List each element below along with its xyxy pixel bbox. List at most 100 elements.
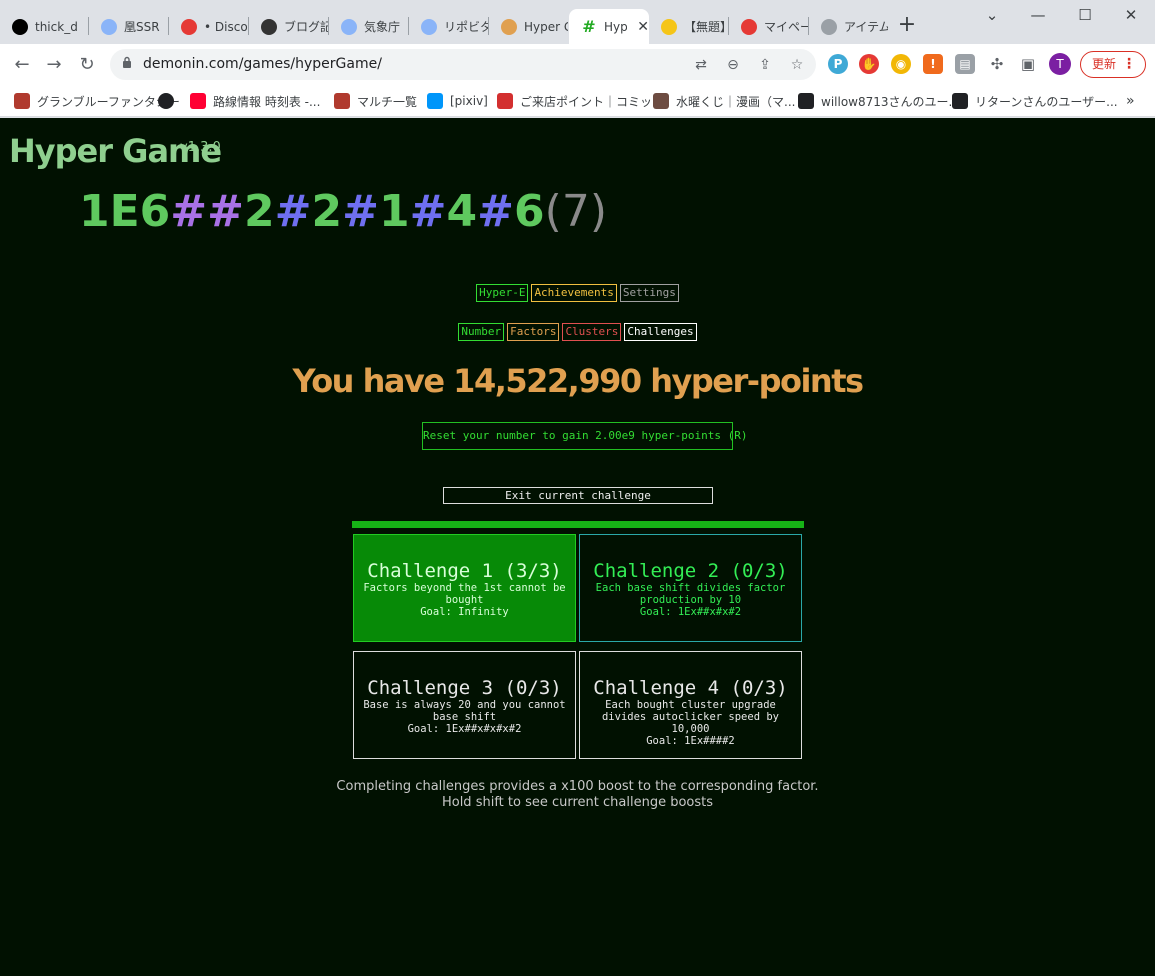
challenge-title: Challenge 4 (0/3)	[593, 677, 788, 699]
browser-tab[interactable]: thick_d	[0, 9, 88, 44]
bookmark-icon	[653, 93, 669, 109]
challenge-goal-value: Infinity	[458, 606, 509, 618]
challenge-progress-bar	[352, 521, 804, 528]
challenge-goal-prefix: Goal:	[420, 606, 459, 618]
bookmark-item[interactable]: [pixiv]	[427, 92, 488, 110]
bookmark-icon	[952, 93, 968, 109]
blog-icon	[261, 18, 277, 35]
game-page: Hyper Game v1.3.0 1E6##2#2#1#4#6(7) Hype…	[0, 118, 1155, 976]
bookmarks-bar: グランブルーファンタジー 路線情報 時刻表 -... マルチ一覧 [pixiv] ご来店…	[0, 85, 1155, 117]
bookmark-star-icon[interactable]: ☆	[787, 55, 807, 75]
extension-alert-icon[interactable]: !	[923, 54, 943, 74]
loading-icon	[821, 18, 837, 35]
browser-tab[interactable]: アイテム	[809, 9, 888, 44]
profile-avatar[interactable]: T	[1049, 53, 1071, 75]
maximize-icon[interactable]: ☐	[1073, 6, 1097, 26]
bookmark-icon	[190, 93, 206, 109]
bookmark-item[interactable]: 路線情報 時刻表 -...	[190, 92, 320, 110]
browser-tab[interactable]: • Disco	[169, 9, 248, 44]
tab-factors[interactable]: Factors	[507, 323, 560, 341]
challenge-4-card[interactable]: Challenge 4 (0/3) Each bought cluster upg…	[579, 651, 802, 759]
challenge-3-card[interactable]: Challenge 3 (0/3) Base is always 20 and y…	[353, 651, 576, 759]
browser-tab[interactable]: 気象庁	[329, 9, 408, 44]
zoom-icon[interactable]: ⊖	[723, 55, 743, 75]
challenge-title: Challenge 3 (0/3)	[367, 677, 562, 699]
bookmark-item[interactable]: willow8713さんのユー...	[798, 92, 960, 110]
browser-tab[interactable]: 【無題】	[649, 9, 728, 44]
update-button[interactable]: 更新 ⋮	[1080, 51, 1146, 78]
browser-tab[interactable]: Hyper G	[489, 9, 568, 44]
tab-clusters[interactable]: Clusters	[562, 323, 622, 341]
loading-icon	[421, 18, 437, 35]
share-icon[interactable]: ⇪	[755, 55, 775, 75]
hyper-number-value: 4	[446, 186, 478, 237]
tab-number[interactable]: Number	[458, 323, 505, 341]
bookmark-icon	[334, 93, 350, 109]
bookmark-item[interactable]: リターンさんのユーザー...	[952, 92, 1118, 110]
browser-tab[interactable]: # Hyp ✕	[569, 9, 649, 44]
challenge-description: Factors beyond the 1st cannot be bought	[363, 582, 566, 606]
main-tab-row: Hyper-E Achievements Settings	[0, 284, 1155, 302]
bookmark-icon	[497, 93, 513, 109]
bookmark-item[interactable]: 水曜くじ｜漫画（マ...	[653, 92, 795, 110]
hyper-points-display: You have 14,522,990 hyper-points	[292, 362, 864, 400]
hyper-number-display: 1E6##2#2#1#4#6(7)	[79, 186, 607, 237]
hyper-number-hash: #	[477, 186, 515, 237]
bookmark-item[interactable]	[158, 92, 181, 110]
hyper-number-value: 1	[379, 186, 410, 237]
challenge-1-card[interactable]: Challenge 1 (3/3) Factors beyond the 1st …	[353, 534, 576, 642]
extensions-puzzle-icon[interactable]: ✣	[987, 54, 1007, 74]
reload-icon[interactable]: ↻	[75, 53, 99, 77]
new-tab-button[interactable]: +	[896, 14, 918, 36]
tab-hypere[interactable]: Hyper-E	[476, 284, 529, 302]
hyper-number-value: 2	[311, 186, 343, 237]
x-logo-icon	[12, 18, 28, 35]
browser-tab[interactable]: ブログ記	[249, 9, 328, 44]
tab-achievements[interactable]: Achievements	[531, 284, 617, 302]
browser-tab[interactable]: リポビタ	[409, 9, 488, 44]
bookmark-icon	[798, 93, 814, 109]
challenge-description: Base is always 20 and you cannot base sh…	[363, 699, 566, 723]
extension-p-icon[interactable]: P	[828, 54, 848, 74]
tab-challenges[interactable]: Challenges	[624, 323, 697, 341]
translate-icon[interactable]: ⇄	[691, 55, 711, 75]
challenge-goal: Goal: 1Ex####2	[580, 735, 801, 747]
exit-challenge-button[interactable]: Exit current challenge	[443, 487, 713, 504]
lock-icon	[123, 56, 131, 68]
bookmark-label: willow8713さんのユー...	[821, 94, 960, 109]
challenge-info-line: Hold shift to see current challenge boos…	[441, 795, 714, 810]
bookmark-label: [pixiv]	[450, 94, 488, 108]
note-icon	[661, 18, 677, 35]
reset-number-button[interactable]: Reset your number to gain 2.00e9 hyper-p…	[422, 422, 748, 450]
bookmark-item[interactable]: マルチ一覧	[334, 92, 417, 110]
tab-label: 気象庁	[364, 20, 401, 34]
bookmarks-overflow-icon[interactable]: »	[1126, 92, 1135, 110]
back-arrow-icon[interactable]: ←	[10, 53, 34, 77]
tab-search-icon[interactable]: ⌄	[980, 6, 1004, 26]
browser-tab[interactable]: マイペー	[729, 9, 808, 44]
browser-tab-bar: thick_d 凰SSR • Disco ブログ記 気象庁 リポビタ Hyper G # Hyp…	[0, 0, 1155, 44]
page-icon	[741, 18, 757, 35]
menu-dots-icon: ⋮	[1122, 56, 1136, 72]
minimize-icon[interactable]: —	[1026, 6, 1050, 26]
weather-icon	[341, 18, 357, 35]
side-panel-icon[interactable]: ▣	[1018, 54, 1038, 74]
tab-label: 凰SSR	[124, 20, 160, 34]
address-bar[interactable]: demonin.com/games/hyperGame/ ⇄ ⊖ ⇪ ☆	[110, 49, 816, 80]
browser-tab[interactable]: 凰SSR	[89, 9, 168, 44]
tab-label: リポビタ	[444, 20, 488, 34]
bookmark-item[interactable]: ご来店ポイント｜コミッ...	[497, 92, 663, 110]
hyper-number-hash: #	[274, 186, 312, 237]
hyper-number-hash: ##	[170, 186, 245, 237]
loading-icon	[101, 18, 117, 35]
challenge-2-card[interactable]: Challenge 2 (0/3) Each base shift divides…	[579, 534, 802, 642]
close-window-icon[interactable]: ✕	[1119, 6, 1143, 26]
tab-label: 【無題】	[684, 20, 728, 34]
extension-hand-icon[interactable]: ✋	[859, 54, 879, 74]
extension-screen-icon[interactable]: ▤	[955, 54, 975, 74]
bookmark-item[interactable]: グランブルーファンタジー	[14, 92, 180, 110]
extension-face-icon[interactable]: ◉	[891, 54, 911, 74]
forward-arrow-icon[interactable]: →	[42, 53, 66, 77]
tab-settings[interactable]: Settings	[619, 284, 679, 302]
close-tab-icon[interactable]: ✕	[637, 19, 649, 35]
